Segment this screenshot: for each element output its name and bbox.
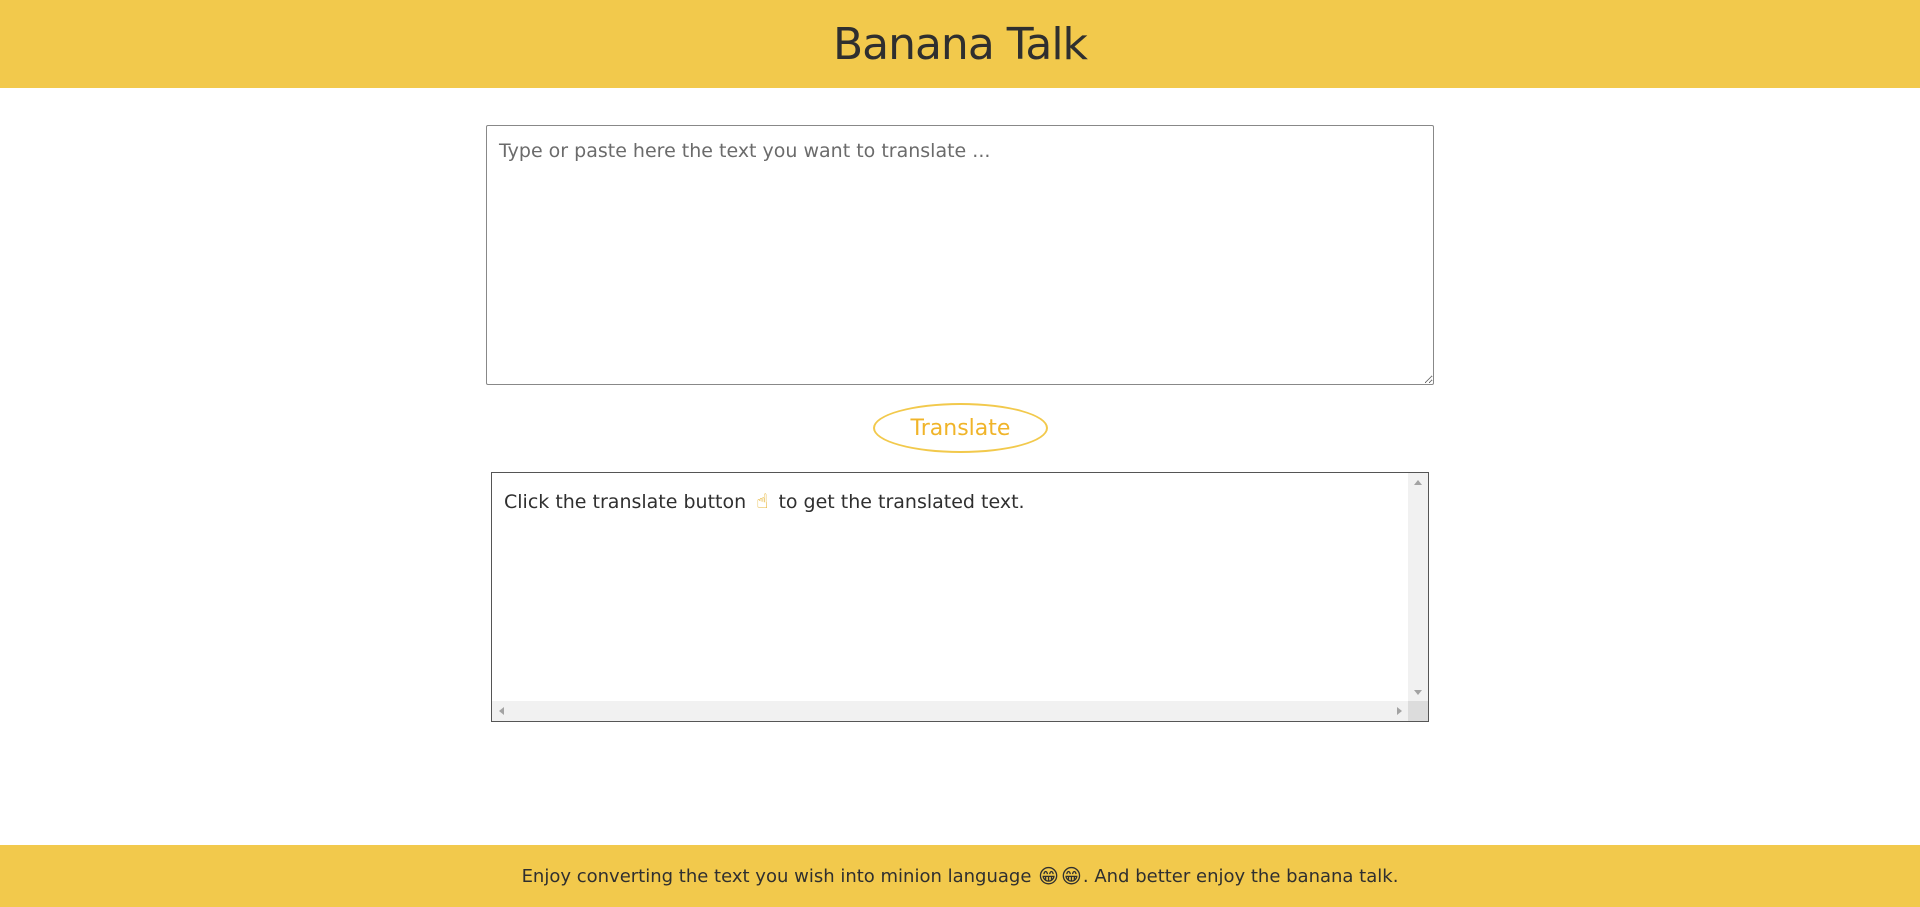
scroll-right-icon[interactable] xyxy=(1397,707,1402,715)
grinning-face-icon: 😁 xyxy=(1061,864,1082,888)
pointing-hand-icon: ☝ xyxy=(756,489,769,513)
output-text-after: to get the translated text. xyxy=(778,491,1025,513)
app-header: Banana Talk xyxy=(0,0,1920,88)
scrollbar-corner xyxy=(1408,701,1428,721)
scroll-left-icon[interactable] xyxy=(499,707,504,715)
output-text-before: Click the translate button xyxy=(504,491,747,513)
output-box[interactable]: Click the translate button ☝ to get the … xyxy=(491,472,1429,722)
vertical-scrollbar[interactable] xyxy=(1408,473,1428,702)
scroll-down-icon[interactable] xyxy=(1414,690,1422,695)
footer-text-before: Enjoy converting the text you wish into … xyxy=(521,865,1032,887)
app-title: Banana Talk xyxy=(832,18,1088,70)
translate-input[interactable] xyxy=(486,125,1434,385)
horizontal-scrollbar[interactable] xyxy=(492,701,1409,721)
app-footer: Enjoy converting the text you wish into … xyxy=(0,845,1920,907)
grinning-face-icon: 😁 xyxy=(1038,864,1060,888)
translate-button[interactable]: Translate xyxy=(873,403,1048,453)
scroll-up-icon[interactable] xyxy=(1414,480,1422,485)
footer-text-after: . And better enjoy the banana talk. xyxy=(1082,865,1399,887)
output-text: Click the translate button ☝ to get the … xyxy=(504,489,1025,513)
